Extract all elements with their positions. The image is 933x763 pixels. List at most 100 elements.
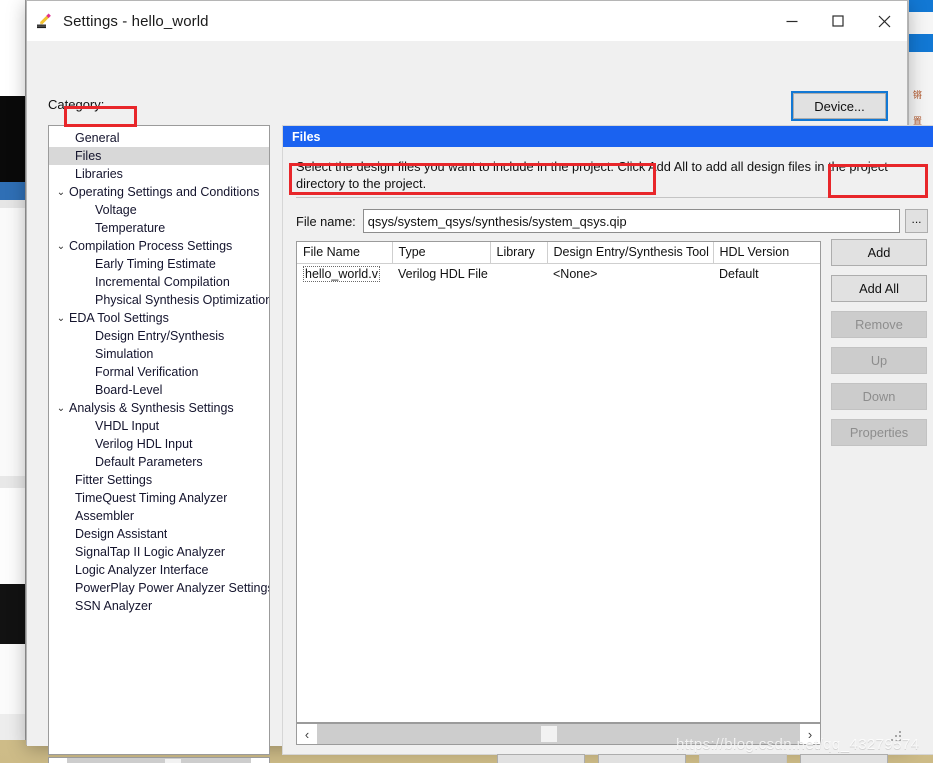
cell-file-name-text: hello_world.v: [303, 265, 380, 282]
files-panel: Files Select the design files you want t…: [282, 125, 933, 755]
cell-design_entry_tool[interactable]: <None>: [547, 263, 713, 284]
category-item-label: Logic Analyzer Interface: [75, 563, 209, 577]
button-label: Up: [870, 353, 888, 368]
table-row[interactable]: hello_world.v Verilog HDL File <None> Defau…: [297, 263, 820, 284]
help-button[interactable]: Help: [800, 754, 888, 763]
cell-library[interactable]: [490, 263, 547, 284]
category-item-board-level[interactable]: Board-Level: [49, 381, 269, 399]
category-item-eda-tool-settings[interactable]: ⌄ EDA Tool Settings: [49, 309, 269, 327]
category-item-signaltap-ii-logic-analyzer[interactable]: SignalTap II Logic Analyzer: [49, 543, 269, 561]
window-controls: [769, 1, 907, 41]
category-item-label: Libraries: [75, 167, 123, 181]
button-label: Down: [862, 389, 896, 404]
scroll-track[interactable]: [317, 724, 800, 744]
resize-grip[interactable]: [891, 731, 904, 744]
category-item-label: Compilation Process Settings: [69, 239, 233, 253]
category-item-label: Files: [75, 149, 102, 163]
scroll-right-icon[interactable]: ›: [800, 724, 820, 744]
category-item-analysis-synthesis-settings[interactable]: ⌄ Analysis & Synthesis Settings: [49, 399, 269, 417]
category-item-timequest-timing-analyzer[interactable]: TimeQuest Timing Analyzer: [49, 489, 269, 507]
category-item-label: Board-Level: [95, 383, 163, 397]
chevron-down-icon[interactable]: ⌄: [53, 403, 69, 414]
column-header[interactable]: Type: [392, 242, 491, 264]
device-button[interactable]: Device...: [791, 91, 888, 121]
settings-dialog: Settings - hello_world Category: Device.…: [26, 0, 933, 763]
column-header[interactable]: HDL Version: [713, 242, 820, 264]
button-label: Add: [867, 245, 891, 260]
file-name-label: File name:: [296, 213, 356, 229]
category-item-general[interactable]: General: [49, 129, 269, 147]
cell-file_name[interactable]: hello_world.v: [297, 263, 392, 284]
close-button[interactable]: [861, 1, 907, 41]
separator: [296, 197, 926, 198]
category-item-label: Design Entry/Synthesis: [95, 329, 225, 343]
title-bar[interactable]: Settings - hello_world: [27, 1, 907, 41]
category-item-label: Fitter Settings: [75, 473, 153, 487]
file-table-header-row: File Name Type Library Design Entry/Synthes…: [297, 242, 820, 264]
category-item-formal-verification[interactable]: Formal Verification: [49, 363, 269, 381]
category-item-label: VHDL Input: [95, 419, 160, 433]
column-header[interactable]: Design Entry/Synthesis Tool: [547, 242, 714, 264]
category-item-early-timing-estimate[interactable]: Early Timing Estimate: [49, 255, 269, 273]
chevron-down-icon[interactable]: ⌄: [53, 313, 69, 324]
category-item-label: General: [75, 131, 120, 145]
category-item-voltage[interactable]: Voltage: [49, 201, 269, 219]
browse-button[interactable]: ...: [905, 209, 928, 233]
category-item-fitter-settings[interactable]: Fitter Settings: [49, 471, 269, 489]
category-item-verilog-hdl-input[interactable]: Verilog HDL Input: [49, 435, 269, 453]
category-item-incremental-compilation[interactable]: Incremental Compilation: [49, 273, 269, 291]
add-all-button[interactable]: Add All: [831, 275, 927, 302]
category-item-label: Incremental Compilation: [95, 275, 230, 289]
category-item-logic-analyzer-interface[interactable]: Logic Analyzer Interface: [49, 561, 269, 579]
down-button: Down: [831, 383, 927, 410]
add-button[interactable]: Add: [831, 239, 927, 266]
category-item-label: Verilog HDL Input: [95, 437, 193, 451]
category-item-default-parameters[interactable]: Default Parameters: [49, 453, 269, 471]
file-list-table-container[interactable]: File Name Type Library Design Entry/Synthes…: [296, 241, 821, 723]
category-item-label: PowerPlay Power Analyzer Settings: [75, 581, 269, 595]
category-item-compilation-process-settings[interactable]: ⌄ Compilation Process Settings: [49, 237, 269, 255]
remove-button: Remove: [831, 311, 927, 338]
scroll-left-icon[interactable]: ‹: [297, 724, 317, 744]
category-item-files[interactable]: Files: [49, 147, 269, 165]
dialog-action-buttons: OK Cancel Apply Help: [27, 754, 909, 763]
ok-button[interactable]: OK: [497, 754, 585, 763]
category-item-label: SignalTap II Logic Analyzer: [75, 545, 226, 559]
category-item-operating-settings-and-conditions[interactable]: ⌄ Operating Settings and Conditions: [49, 183, 269, 201]
minimize-button[interactable]: [769, 1, 815, 41]
column-header[interactable]: File Name: [297, 242, 393, 264]
category-item-label: Design Assistant: [75, 527, 168, 541]
file-name-input[interactable]: [362, 209, 900, 233]
background-window-left[interactable]: [0, 0, 26, 740]
category-item-design-assistant[interactable]: Design Assistant: [49, 525, 269, 543]
chevron-down-icon[interactable]: ⌄: [53, 241, 69, 252]
files-panel-header: Files: [283, 126, 933, 147]
file-list-table: File Name Type Library Design Entry/Synthes…: [297, 242, 820, 284]
category-label: Category:: [48, 97, 105, 112]
category-item-powerplay-power-analyzer-settings[interactable]: PowerPlay Power Analyzer Settings: [49, 579, 269, 597]
category-item-ssn-analyzer[interactable]: SSN Analyzer: [49, 597, 269, 615]
button-label: Properties: [849, 425, 909, 440]
button-label: Remove: [855, 317, 903, 332]
category-item-design-entry-synthesis[interactable]: Design Entry/Synthesis: [49, 327, 269, 345]
button-label: Add All: [859, 281, 899, 296]
column-header[interactable]: Library: [490, 242, 548, 264]
category-item-vhdl-input[interactable]: VHDL Input: [49, 417, 269, 435]
category-tree[interactable]: General Files Libraries ⌄ Operating Settings…: [48, 125, 270, 755]
category-item-simulation[interactable]: Simulation: [49, 345, 269, 363]
chevron-down-icon[interactable]: ⌄: [53, 187, 69, 198]
properties-button: Properties: [831, 419, 927, 446]
category-item-label: Early Timing Estimate: [95, 257, 216, 271]
category-item-physical-synthesis-optimization[interactable]: Physical Synthesis Optimization: [49, 291, 269, 309]
scroll-thumb[interactable]: [541, 726, 557, 742]
category-item-assembler[interactable]: Assembler: [49, 507, 269, 525]
category-item-label: Simulation: [95, 347, 154, 361]
cell-type[interactable]: Verilog HDL File: [392, 263, 490, 284]
cancel-button[interactable]: Cancel: [598, 754, 686, 763]
category-item-temperature[interactable]: Temperature: [49, 219, 269, 237]
dialog-body: Category: Device... General Files Librarie…: [27, 41, 933, 763]
maximize-button[interactable]: [815, 1, 861, 41]
category-item-libraries[interactable]: Libraries: [49, 165, 269, 183]
cell-hdl_version[interactable]: Default: [713, 263, 820, 284]
file-list-hscrollbar[interactable]: ‹ ›: [296, 723, 821, 745]
